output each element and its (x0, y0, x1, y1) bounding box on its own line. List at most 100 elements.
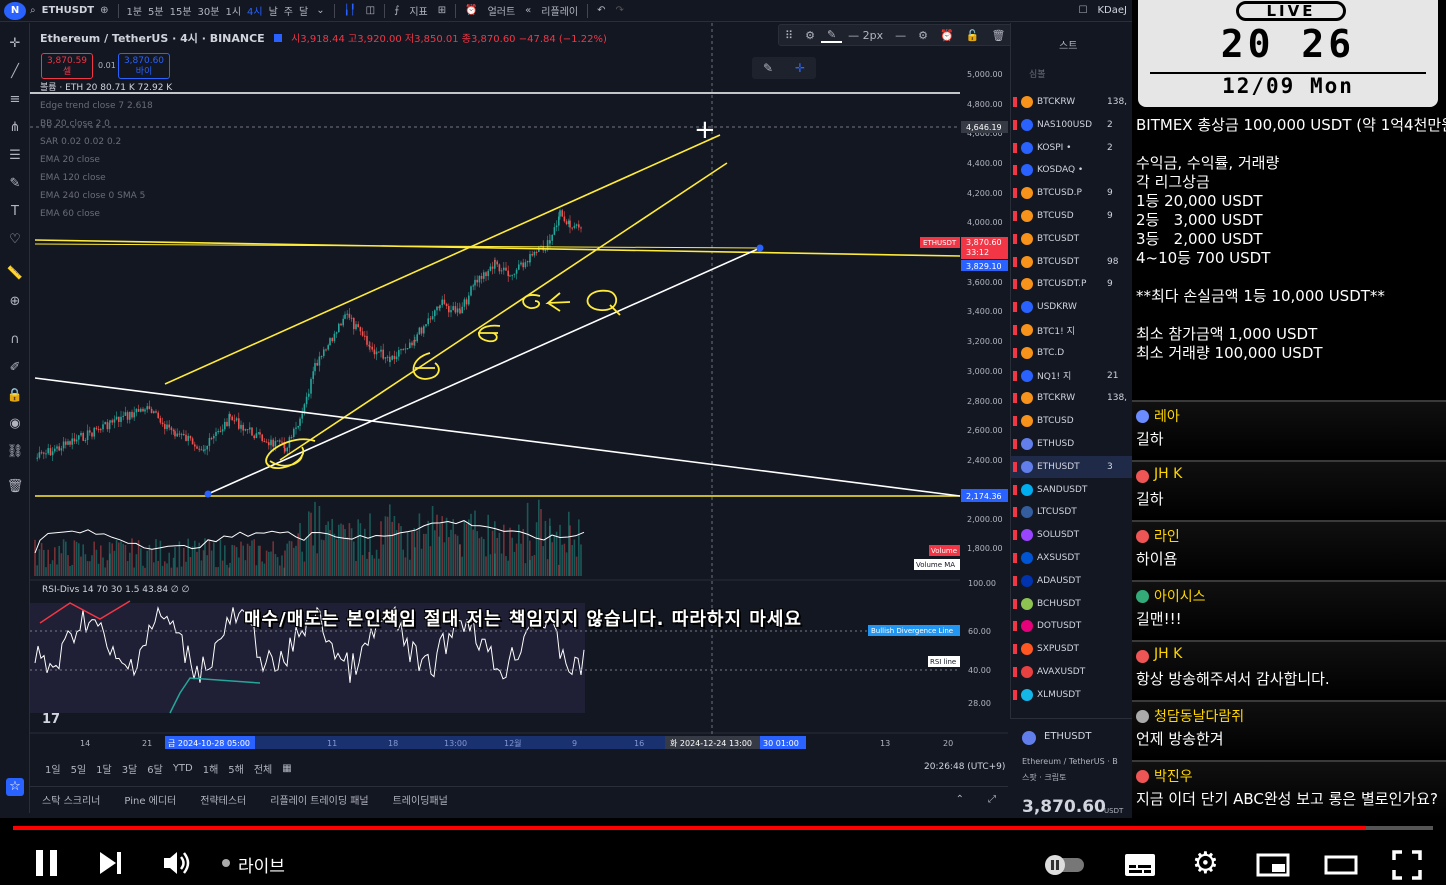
maximize-icon[interactable]: ⤢ (976, 794, 1008, 805)
tab-replay-trading[interactable]: 리플레이 트레이딩 패널 (258, 792, 380, 807)
watchlist-item[interactable]: NQ1! 지 21 (1011, 365, 1132, 387)
timeframe-5m[interactable]: 5분 (145, 3, 167, 18)
tab-stock-screener[interactable]: 스탁 스크리너 (30, 792, 112, 807)
tab-pine-editor[interactable]: Pine 에디터 (112, 792, 188, 807)
watchlist-item[interactable]: BTC1! 지 (1011, 319, 1132, 341)
watchlist-item[interactable]: BCHUSDT (1011, 593, 1132, 615)
undo-icon[interactable]: ↶ (592, 5, 610, 16)
drag-handle-icon[interactable]: ⠿ (779, 29, 799, 42)
pencil-lock-icon[interactable]: ✐ (6, 359, 24, 377)
chat-username[interactable]: 아이시스 (1154, 586, 1206, 606)
indicators-button[interactable]: 지표 (404, 3, 432, 18)
brush-icon[interactable]: ✎ (763, 61, 773, 75)
line-style-icon[interactable]: — (889, 29, 912, 42)
sell-button[interactable]: 3,870.59 셀 (41, 53, 93, 79)
chat-username[interactable]: 청담동날다람쥐 (1154, 706, 1244, 726)
watchlist-item[interactable]: KOSPI • 2 (1011, 137, 1132, 159)
avatar[interactable] (1136, 770, 1149, 783)
timeframe-15m[interactable]: 15분 (167, 3, 195, 18)
chat-username[interactable]: JH K (1154, 466, 1182, 482)
star-icon[interactable]: ☆ (6, 778, 24, 796)
crosshair-icon[interactable]: ✛ (6, 35, 24, 53)
calendar-icon[interactable]: ▦ (277, 763, 296, 774)
indicator-legend-3[interactable]: EMA 20 close (40, 151, 607, 169)
chart-style-icon[interactable]: ◫ (361, 5, 380, 16)
watchlist-item[interactable]: BTCUSDT (1011, 228, 1132, 250)
timeframe-1m[interactable]: 1분 (123, 3, 145, 18)
timeframe-1mo[interactable]: 달 (296, 3, 311, 18)
search-icon[interactable]: ⌕ (30, 5, 36, 16)
indicator-legend-2[interactable]: SAR 0.02 0.02 0.2 (40, 133, 607, 151)
rsi-legend[interactable]: RSI-Divs 14 70 30 1.5 43.84 ∅ ∅ (42, 585, 189, 595)
tab-strategy-tester[interactable]: 전략테스터 (188, 792, 258, 807)
chat-username[interactable]: 라인 (1154, 526, 1180, 546)
range-all[interactable]: 전체 (249, 761, 277, 776)
timeframe-30m[interactable]: 30분 (195, 3, 223, 18)
watchlist-item[interactable]: SOLUSDT (1011, 524, 1132, 546)
chart-clock[interactable]: 20:26:48 (UTC+9) (924, 762, 1005, 772)
timeframe-1d[interactable]: 날 (266, 3, 281, 18)
chat-username[interactable]: 레아 (1154, 406, 1180, 426)
watchlist-item[interactable]: BTCUSD.P 9 (1011, 182, 1132, 204)
tab-trading-panel[interactable]: 트레이딩패널 (381, 792, 460, 807)
replay-button[interactable]: 리플레이 (536, 3, 583, 18)
brush-icon[interactable]: ✎ (6, 175, 24, 193)
watchlist-item[interactable]: BTCUSDT 98 (1011, 251, 1132, 273)
range-5d[interactable]: 5일 (66, 761, 92, 776)
range-1d[interactable]: 1일 (40, 761, 66, 776)
autoplay-toggle[interactable] (1042, 852, 1088, 882)
eye-icon[interactable]: ◉ (6, 415, 24, 433)
watchlist-item[interactable]: BTCUSDT.P 9 (1011, 273, 1132, 295)
avatar[interactable] (1136, 410, 1149, 423)
miniplayer-icon[interactable] (1256, 853, 1290, 881)
watchlist-title[interactable]: 스트 (1059, 37, 1077, 52)
indicator-legend-5[interactable]: EMA 240 close 0 SMA 5 (40, 187, 607, 205)
avatar[interactable] (1136, 710, 1149, 723)
watchlist-item[interactable]: BTCUSD (1011, 410, 1132, 432)
indicator-legend-1[interactable]: BB 20 close 2 0 (40, 115, 607, 133)
lock-icon[interactable]: 🔓 (960, 29, 986, 42)
link-icon[interactable]: ⛓ (6, 443, 24, 461)
avatar[interactable] (1136, 470, 1149, 483)
lock-icon[interactable]: 🔒 (6, 387, 24, 405)
account-name[interactable]: KDaeJ (1093, 5, 1133, 16)
theater-mode-icon[interactable] (1324, 854, 1358, 880)
settings-gear-icon[interactable]: ⚙ (1192, 849, 1219, 879)
candle-type-icon[interactable]: ╽╿ (339, 5, 361, 16)
volume-icon[interactable] (162, 850, 192, 880)
watchlist-item[interactable]: BTCKRW 138, (1011, 387, 1132, 409)
chat-username[interactable]: 박진우 (1154, 766, 1193, 786)
watchlist-item[interactable]: ADAUSDT (1011, 570, 1132, 592)
indicators-icon[interactable]: ⨍ (389, 5, 404, 16)
settings-icon[interactable]: ⚙ (912, 29, 934, 42)
line-width-button[interactable]: — 2px (842, 29, 889, 42)
range-3m[interactable]: 3달 (117, 761, 143, 776)
line-color-icon[interactable]: ✎ (820, 28, 843, 43)
avatar[interactable] (1136, 530, 1149, 543)
alert-button[interactable]: 얼러트 (483, 3, 521, 18)
watchlist-item[interactable]: KOSDAQ • (1011, 159, 1132, 181)
watchlist-item[interactable]: AXSUSDT (1011, 547, 1132, 569)
timeframe-1h[interactable]: 1시 (222, 3, 244, 18)
templates-icon[interactable]: ⊞ (433, 5, 451, 16)
ruler-icon[interactable]: 📏 (6, 265, 24, 283)
fullscreen-icon[interactable] (1392, 850, 1422, 884)
app-logo-icon[interactable]: N (4, 1, 26, 20)
fib-icon[interactable]: ☰ (6, 147, 24, 165)
watchlist-item[interactable]: ETHUSD (1011, 433, 1132, 455)
watchlist-item[interactable]: ETHUSDT 3 (1011, 455, 1132, 478)
range-5y[interactable]: 5해 (223, 761, 249, 776)
magnet-icon[interactable]: ∩ (6, 331, 24, 349)
layout-checkbox-icon[interactable]: ☐ (1074, 5, 1093, 16)
avatar[interactable] (1136, 650, 1149, 663)
watchlist-item[interactable]: SANDUSDT (1011, 479, 1132, 501)
watchlist-item[interactable]: LTCUSDT (1011, 501, 1132, 523)
watchlist-item[interactable]: NAS100USD 2 (1011, 114, 1132, 136)
indicator-legend-0[interactable]: Edge trend close 7 2.618 (40, 97, 607, 115)
buy-button[interactable]: 3,870.60 바이 (118, 53, 170, 79)
watchlist-item[interactable]: BTC.D (1011, 342, 1132, 364)
add-symbol-icon[interactable]: ⊕ (100, 5, 108, 16)
watchlist-item[interactable]: SXPUSDT (1011, 638, 1132, 660)
watchlist-item[interactable]: BTCKRW 138, (1011, 91, 1132, 113)
watchlist-item[interactable]: AVAXUSDT (1011, 661, 1132, 683)
